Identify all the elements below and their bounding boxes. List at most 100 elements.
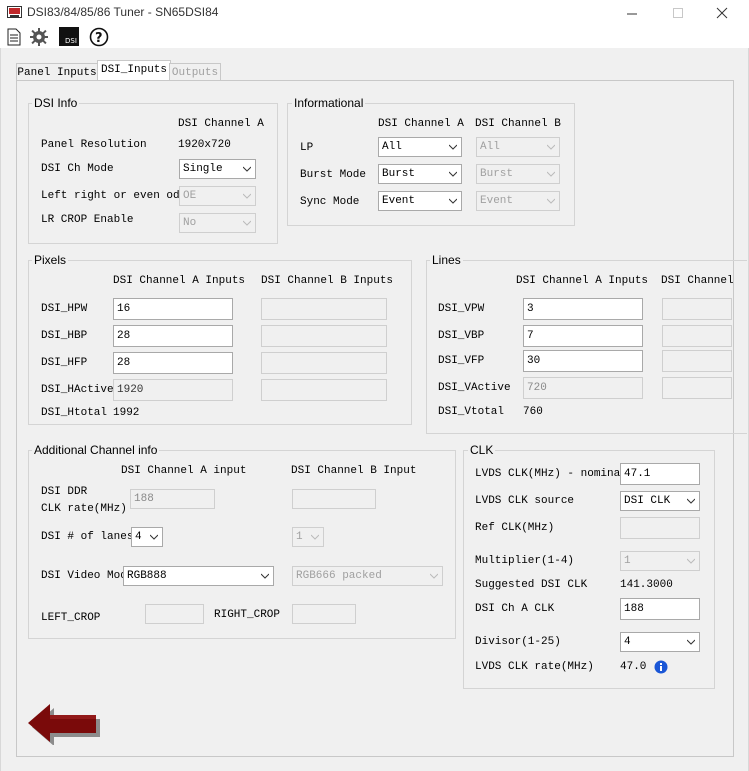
- document-icon[interactable]: [6, 28, 22, 46]
- lp-label: LP: [300, 142, 314, 154]
- lanes-b-select[interactable]: 1: [292, 527, 324, 547]
- ref-clk-input[interactable]: [620, 517, 700, 539]
- burst-b-value: Burst: [480, 168, 514, 180]
- divisor-select[interactable]: 4: [620, 632, 700, 652]
- informational-col-a: DSI Channel A: [378, 118, 464, 130]
- chevron-down-icon: [430, 573, 438, 579]
- dsi-a-clk-input[interactable]: 188: [620, 598, 700, 620]
- tab-dsi-inputs[interactable]: DSI_Inputs: [97, 60, 171, 81]
- hbp-a-input[interactable]: 28: [113, 325, 233, 347]
- chevron-down-icon: [547, 144, 555, 150]
- suggested-clk-value: 141.3000: [620, 579, 673, 591]
- chevron-down-icon: [449, 198, 457, 204]
- chevron-down-icon: [261, 573, 269, 579]
- lanes-a-select[interactable]: 4: [131, 527, 163, 547]
- vbp-label: DSI_VBP: [438, 330, 485, 342]
- sync-b-select[interactable]: Event: [476, 191, 560, 211]
- video-mode-a-value: RGB888: [127, 570, 167, 582]
- info-icon[interactable]: [654, 660, 668, 674]
- htotal-label: DSI_Htotal: [41, 407, 108, 419]
- video-mode-a-select[interactable]: RGB888: [123, 566, 274, 586]
- hactive-b-input[interactable]: [261, 379, 387, 401]
- lvds-source-label: LVDS CLK source: [475, 495, 575, 507]
- burst-b-select[interactable]: Burst: [476, 164, 560, 184]
- lvds-source-value: DSI CLK: [624, 495, 671, 507]
- help-icon[interactable]: ?: [89, 27, 109, 47]
- lines-col-b: DSI Channel: [661, 275, 734, 287]
- pixels-col-a: DSI Channel A Inputs: [113, 275, 246, 287]
- additional-col-a: DSI Channel A input: [121, 465, 247, 477]
- chevron-down-icon: [243, 166, 251, 172]
- hfp-label: DSI_HFP: [41, 357, 88, 369]
- dsi-info-col-header: DSI Channel A: [178, 118, 264, 130]
- lvds-nominal-input[interactable]: 47.1: [620, 463, 700, 485]
- hfp-b-input[interactable]: [261, 352, 387, 374]
- ddr-label-line1: DSI DDR: [41, 486, 88, 498]
- vactive-a-input[interactable]: 720: [523, 377, 643, 399]
- ch-mode-select[interactable]: Single: [179, 159, 256, 179]
- minimize-button[interactable]: [620, 4, 644, 22]
- vbp-b-input[interactable]: [662, 325, 732, 347]
- title-bar: DSI83/84/85/86 Tuner - SN65DSI84: [0, 0, 749, 26]
- hactive-a-input[interactable]: 1920: [113, 379, 233, 401]
- hactive-label: DSI_HActive: [41, 384, 114, 396]
- chevron-down-icon: [243, 220, 251, 226]
- dsi-icon[interactable]: DSI: [59, 27, 79, 46]
- vtotal-label: DSI_Vtotal: [438, 406, 505, 418]
- ddr-label-line2: CLK rate(MHz): [41, 503, 127, 515]
- vfp-b-input[interactable]: [662, 350, 732, 372]
- lines-col-a: DSI Channel A Inputs: [516, 275, 649, 287]
- right-crop-input[interactable]: [292, 604, 356, 624]
- maximize-button[interactable]: [666, 4, 690, 22]
- ddr-b-input[interactable]: [292, 489, 376, 509]
- vfp-label: DSI_VFP: [438, 355, 485, 367]
- lanes-b-value: 1: [296, 531, 303, 543]
- multiplier-label: Multiplier(1-4): [475, 555, 575, 567]
- video-mode-b-select[interactable]: RGB666 packed: [292, 566, 443, 586]
- left-crop-input[interactable]: [145, 604, 204, 624]
- chevron-down-icon: [687, 558, 695, 564]
- burst-a-select[interactable]: Burst: [378, 164, 462, 184]
- lr-crop-select[interactable]: No: [179, 213, 256, 233]
- gear-icon[interactable]: [29, 27, 49, 47]
- back-arrow-icon[interactable]: [26, 703, 100, 746]
- right-crop-label: RIGHT_CROP: [214, 609, 281, 621]
- chevron-down-icon: [687, 498, 695, 504]
- vactive-b-input[interactable]: [662, 377, 732, 399]
- vactive-label: DSI_VActive: [438, 382, 511, 394]
- lp-a-select[interactable]: All: [378, 137, 462, 157]
- ref-clk-label: Ref CLK(MHz): [475, 522, 555, 534]
- lr-select[interactable]: OE: [179, 186, 256, 206]
- chevron-down-icon: [449, 171, 457, 177]
- vpw-b-input[interactable]: [662, 298, 732, 320]
- close-button[interactable]: [710, 4, 734, 22]
- lr-crop-label: LR CROP Enable: [41, 214, 134, 226]
- svg-text:?: ?: [95, 31, 103, 46]
- dsi-a-clk-label: DSI Ch A CLK: [475, 603, 555, 615]
- hpw-a-input[interactable]: 16: [113, 298, 233, 320]
- vfp-a-input[interactable]: 30: [523, 350, 643, 372]
- lvds-rate-value: 47.0: [620, 661, 647, 673]
- multiplier-select[interactable]: 1: [620, 551, 700, 571]
- dsi-info-title: DSI Info: [32, 96, 80, 110]
- ddr-a-input[interactable]: 188: [130, 489, 215, 509]
- vbp-a-input[interactable]: 7: [523, 325, 643, 347]
- lp-b-select[interactable]: All: [476, 137, 560, 157]
- sync-a-select[interactable]: Event: [378, 191, 462, 211]
- video-mode-label: DSI Video Mode: [41, 570, 134, 582]
- lvds-source-select[interactable]: DSI CLK: [620, 491, 700, 511]
- vpw-a-input[interactable]: 3: [523, 298, 643, 320]
- chevron-down-icon: [150, 534, 158, 540]
- informational-col-b: DSI Channel B: [475, 118, 561, 130]
- chevron-down-icon: [547, 198, 555, 204]
- clk-title: CLK: [468, 443, 496, 457]
- hpw-b-input[interactable]: [261, 298, 387, 320]
- burst-a-value: Burst: [382, 168, 416, 180]
- multiplier-value: 1: [624, 555, 631, 567]
- lr-crop-value: No: [183, 217, 197, 229]
- ch-mode-label: DSI Ch Mode: [41, 163, 114, 175]
- video-mode-b-value: RGB666 packed: [296, 570, 382, 582]
- additional-col-b: DSI Channel B Input: [291, 465, 417, 477]
- hfp-a-input[interactable]: 28: [113, 352, 233, 374]
- hbp-b-input[interactable]: [261, 325, 387, 347]
